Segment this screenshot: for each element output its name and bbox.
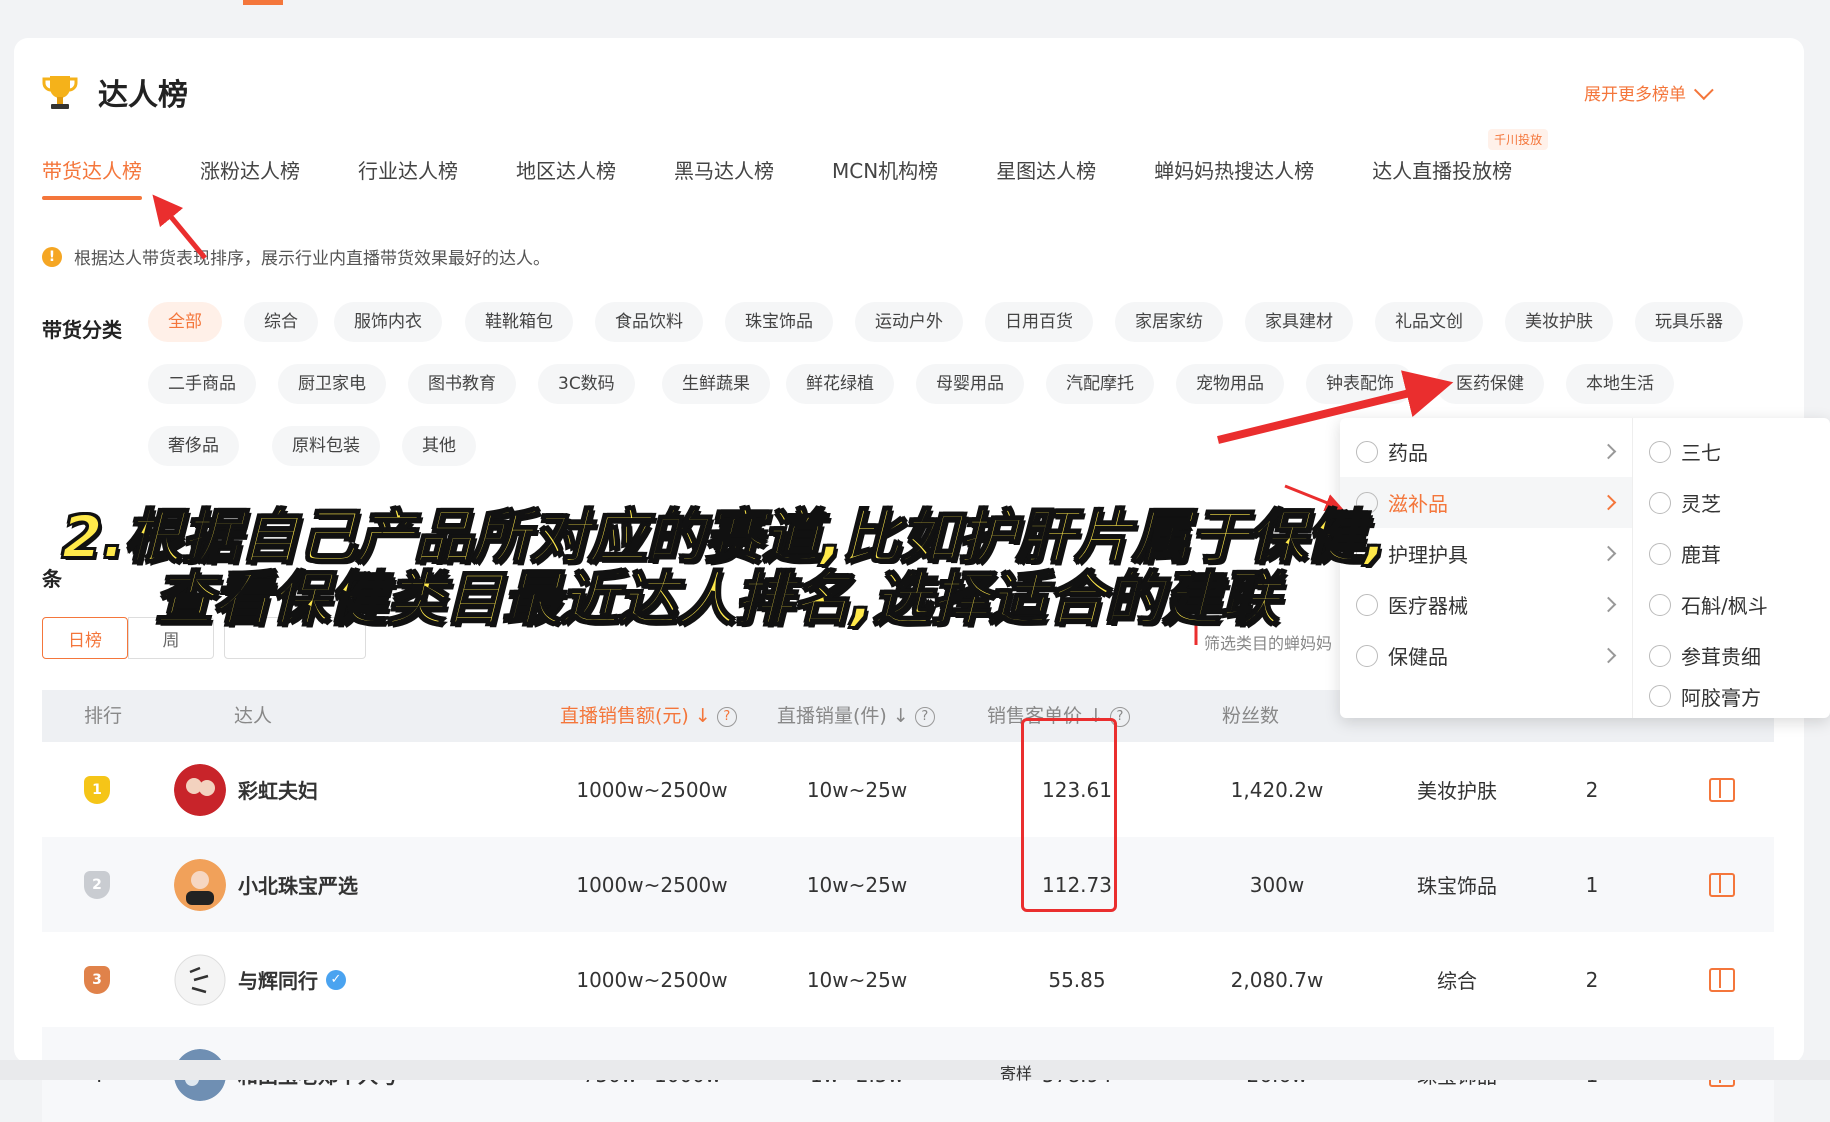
arrow-to-medical-chip: [1217, 370, 1454, 444]
overlay-instruction-line2: 查看保健类目最近达人排名,选择适合的建联: [154, 564, 1280, 634]
arrow-to-tab: [152, 194, 207, 260]
bottom-label: 寄样: [1000, 1064, 1033, 1083]
bottom-strip: [0, 1060, 1830, 1080]
